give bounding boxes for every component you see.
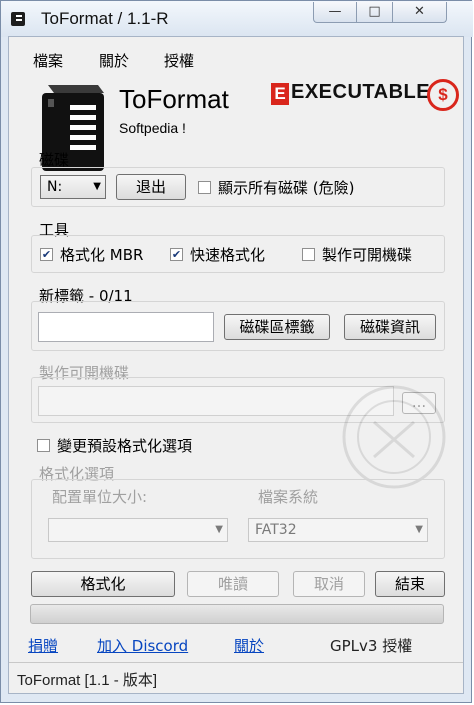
- tools-group: ✔ 格式化 MBR ✔ 快速格式化 製作可開機碟: [31, 235, 445, 273]
- quick-format-checkbox[interactable]: ✔: [170, 248, 183, 261]
- quick-format-label: 快速格式化: [190, 246, 266, 264]
- chevron-down-icon: ▼: [415, 524, 423, 535]
- chevron-down-icon: ▼: [215, 524, 223, 535]
- client-area: 檔案 關於 授權 ToFormat Softpedia ! E EXECUTAB…: [8, 36, 464, 694]
- check-icon: ✔: [171, 248, 182, 261]
- dollar-icon: $: [427, 79, 459, 111]
- new-label-input[interactable]: [38, 312, 214, 342]
- badge-text: EXECUTABLE: [291, 81, 431, 103]
- menu-file[interactable]: 檔案: [33, 50, 63, 71]
- format-options-group: 配置單位大小: ▼ 檔案系統 FAT32 ▼: [31, 479, 445, 559]
- chevron-down-icon: ▼: [93, 181, 101, 192]
- window-title: ToFormat / 1.1-R: [41, 9, 169, 28]
- change-defaults-label: 變更預設格式化選項: [57, 437, 193, 455]
- status-text: ToFormat [1.1 - 版本]: [17, 672, 158, 689]
- watermark-seal-icon: [342, 385, 446, 489]
- title-bar[interactable]: ToFormat / 1.1-R — □ ✕: [1, 1, 473, 37]
- new-label-group: 磁碟區標籤 磁碟資訊: [31, 301, 445, 351]
- check-icon: ✔: [41, 248, 52, 261]
- cancel-button[interactable]: 取消: [293, 571, 365, 597]
- license-text: GPLv3 授權: [330, 637, 413, 655]
- minimize-button[interactable]: —: [313, 2, 357, 23]
- disk-info-button[interactable]: 磁碟資訊: [344, 314, 436, 340]
- close-button[interactable]: ✕: [393, 2, 447, 23]
- eject-button[interactable]: 退出: [116, 174, 186, 200]
- file-system-value: FAT32: [255, 522, 297, 538]
- alloc-unit-select[interactable]: ▼: [48, 518, 228, 542]
- menu-license[interactable]: 授權: [164, 50, 194, 71]
- executable-badge: E EXECUTABLE $: [271, 77, 461, 113]
- maximize-button[interactable]: □: [357, 2, 393, 23]
- change-defaults-checkbox[interactable]: [37, 439, 50, 452]
- format-button[interactable]: 格式化: [31, 571, 175, 597]
- file-system-label: 檔案系統: [258, 488, 319, 506]
- alloc-unit-label: 配置單位大小:: [52, 488, 148, 506]
- disk-group: N: ▼ 退出 顯示所有磁碟 (危險): [31, 167, 445, 207]
- readonly-button[interactable]: 唯讀: [187, 571, 279, 597]
- about-link[interactable]: 關於: [234, 635, 264, 656]
- file-system-select[interactable]: FAT32 ▼: [248, 518, 428, 542]
- menu-about[interactable]: 關於: [99, 50, 129, 71]
- format-progress-bar: [30, 604, 444, 624]
- app-subtitle: Softpedia !: [119, 120, 186, 136]
- donate-link[interactable]: 捐贈: [28, 635, 58, 656]
- status-bar: ToFormat [1.1 - 版本]: [9, 662, 463, 693]
- format-mbr-label: 格式化 MBR: [60, 246, 144, 264]
- drive-value: N:: [47, 179, 63, 195]
- format-mbr-checkbox[interactable]: ✔: [40, 248, 53, 261]
- badge-letter: E: [271, 83, 289, 105]
- make-bootable-checkbox[interactable]: [302, 248, 315, 261]
- discord-link[interactable]: 加入 Discord: [97, 635, 188, 656]
- drive-select[interactable]: N: ▼: [40, 175, 106, 199]
- show-all-disks-label: 顯示所有磁碟 (危險): [218, 179, 355, 197]
- show-all-disks-checkbox[interactable]: [198, 181, 211, 194]
- make-bootable-label: 製作可開機碟: [322, 246, 413, 264]
- app-name: ToFormat: [119, 84, 229, 114]
- exit-button[interactable]: 結束: [375, 571, 445, 597]
- app-icon: [11, 12, 25, 26]
- disk-label-button[interactable]: 磁碟區標籤: [224, 314, 330, 340]
